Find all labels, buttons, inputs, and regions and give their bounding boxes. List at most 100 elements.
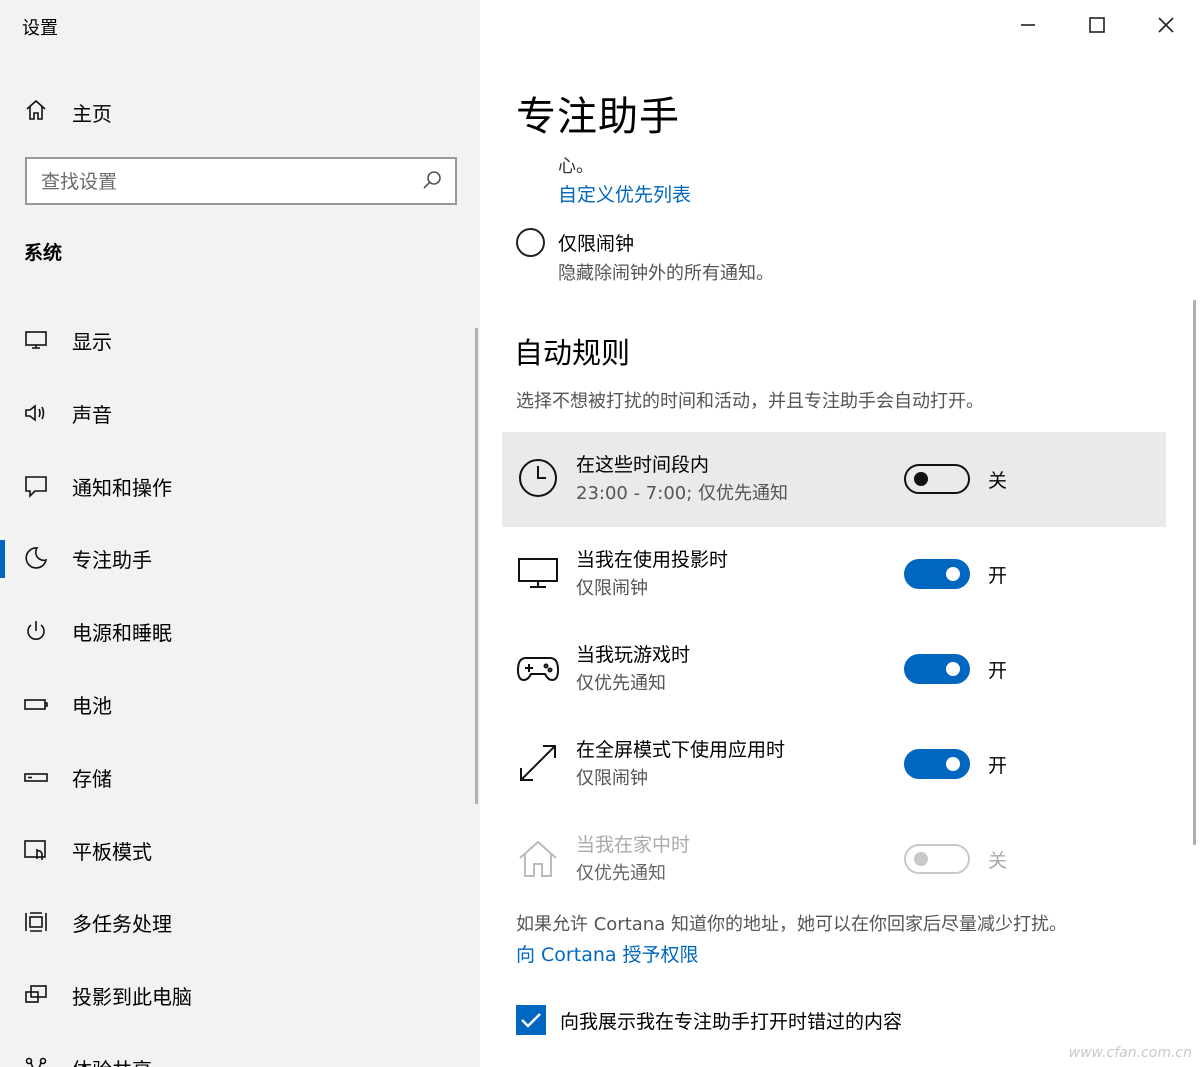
toggle-knob: [946, 662, 960, 676]
rule-toggle[interactable]: [904, 559, 970, 589]
watermark: www.cfan.com.cn: [1068, 1045, 1192, 1061]
search-input[interactable]: [41, 167, 401, 197]
main-scrollbar[interactable]: [1193, 300, 1196, 845]
close-button[interactable]: [1131, 0, 1200, 50]
sidebar-item-label: 体验共享: [72, 1054, 152, 1067]
sidebar-item-home[interactable]: 主页: [0, 88, 480, 132]
fullscreen-icon: [516, 741, 560, 785]
alarms-only-radio[interactable]: [516, 228, 545, 257]
sidebar-item-display[interactable]: 显示: [0, 304, 480, 377]
toggle-knob: [946, 567, 960, 581]
main-panel: 专注助手 心。 自定义优先列表 仅限闹钟 隐藏除闹钟外的所有通知。 自动规则 选…: [480, 0, 1200, 1067]
project-icon: [22, 981, 50, 1009]
rule-title: 在这些时间段内: [576, 454, 710, 476]
cortana-permission-link[interactable]: 向 Cortana 授予权限: [516, 940, 699, 967]
sidebar-item-battery[interactable]: 电池: [0, 668, 480, 741]
rule-title: 当我玩游戏时: [576, 644, 691, 666]
rule-fullscreen[interactable]: 在全屏模式下使用应用时 仅限闹钟 开: [502, 717, 1166, 812]
customize-priority-link[interactable]: 自定义优先列表: [558, 180, 691, 207]
rule-scheduled-time[interactable]: 在这些时间段内 23:00 - 7:00; 仅优先通知 关: [502, 432, 1166, 527]
moon-icon: [22, 544, 50, 572]
sidebar-item-multitasking[interactable]: 多任务处理: [0, 886, 480, 959]
sidebar-item-storage[interactable]: 存储: [0, 741, 480, 814]
maximize-button[interactable]: [1062, 0, 1131, 50]
tablet-mode-icon: [22, 836, 50, 864]
rule-projecting[interactable]: 当我在使用投影时 仅限闹钟 开: [502, 527, 1166, 622]
toggle-state-label: 开: [988, 565, 1008, 587]
sidebar-item-label: 显示: [72, 330, 112, 354]
maximize-icon: [1088, 17, 1105, 33]
page-title: 专注助手: [516, 94, 680, 140]
close-icon: [1157, 17, 1174, 33]
toggle-state-label: 关: [988, 470, 1008, 492]
minimize-icon: [1020, 24, 1035, 26]
sidebar: 设置 主页 系统 显示 声音 通知和操作 专注助手: [0, 0, 480, 1067]
toggle-knob: [914, 472, 928, 486]
alarms-only-label[interactable]: 仅限闹钟: [558, 229, 634, 256]
rule-toggle[interactable]: [904, 464, 970, 494]
home-icon: [22, 96, 50, 124]
multitasking-icon: [22, 908, 50, 936]
rule-subtitle: 23:00 - 7:00; 仅优先通知: [576, 483, 789, 504]
sidebar-item-label: 平板模式: [72, 839, 152, 864]
battery-icon: [22, 690, 50, 718]
section-heading: 系统: [24, 242, 63, 264]
show-missed-checkbox[interactable]: [516, 1005, 546, 1035]
sidebar-item-sound[interactable]: 声音: [0, 377, 480, 450]
toggle-state-label: 关: [988, 850, 1008, 872]
sidebar-item-shared-experiences[interactable]: 体验共享: [0, 1032, 480, 1067]
sidebar-item-label: 主页: [72, 102, 112, 126]
rule-title: 当我在家中时: [576, 834, 691, 856]
sidebar-item-label: 电池: [72, 693, 112, 718]
rule-subtitle: 仅优先通知: [576, 673, 666, 694]
app-title: 设置: [22, 18, 58, 39]
share-icon: [22, 1054, 50, 1067]
rule-toggle: [904, 844, 970, 874]
storage-icon: [22, 763, 50, 791]
partial-description: 心。: [558, 156, 594, 177]
sidebar-scrollbar[interactable]: [475, 328, 478, 804]
monitor-icon: [516, 551, 560, 595]
rule-title: 在全屏模式下使用应用时: [576, 739, 786, 761]
auto-rules-description: 选择不想被打扰的时间和活动，并且专注助手会自动打开。: [516, 391, 984, 412]
sidebar-item-notifications[interactable]: 通知和操作: [0, 450, 480, 523]
window-controls: [993, 0, 1200, 50]
minimize-button[interactable]: [993, 0, 1062, 50]
sidebar-item-focus-assist[interactable]: 专注助手: [0, 522, 480, 595]
toggle-knob: [946, 757, 960, 771]
cortana-description: 如果允许 Cortana 知道你的地址，她可以在你回家后尽量减少打扰。: [516, 914, 1067, 935]
rule-toggle[interactable]: [904, 749, 970, 779]
speaker-icon: [22, 399, 50, 427]
toggle-knob: [914, 852, 928, 866]
sidebar-item-power[interactable]: 电源和睡眠: [0, 595, 480, 668]
notification-icon: [22, 472, 50, 500]
rule-subtitle: 仅优先通知: [576, 863, 666, 884]
toggle-state-label: 开: [988, 660, 1008, 682]
auto-rules-heading: 自动规则: [514, 336, 631, 370]
gamepad-icon: [516, 646, 560, 690]
search-icon[interactable]: [421, 169, 445, 193]
checkmark-icon: [521, 1013, 541, 1028]
power-icon: [22, 617, 50, 645]
clock-icon: [516, 456, 560, 500]
display-icon: [22, 326, 50, 354]
sidebar-item-tablet-mode[interactable]: 平板模式: [0, 814, 480, 887]
search-box[interactable]: [25, 157, 457, 205]
home-icon: [516, 836, 560, 880]
sidebar-item-label: 专注助手: [72, 548, 152, 573]
show-missed-label[interactable]: 向我展示我在专注助手打开时错过的内容: [560, 1007, 902, 1034]
rule-subtitle: 仅限闹钟: [576, 578, 648, 599]
sidebar-item-label: 投影到此电脑: [72, 985, 192, 1010]
sidebar-item-project[interactable]: 投影到此电脑: [0, 959, 480, 1032]
rule-toggle[interactable]: [904, 654, 970, 684]
sidebar-item-label: 通知和操作: [72, 475, 172, 500]
sidebar-item-label: 电源和睡眠: [72, 621, 172, 646]
rule-at-home: 当我在家中时 仅优先通知 关: [502, 812, 1166, 907]
rule-title: 当我在使用投影时: [576, 549, 729, 571]
rule-subtitle: 仅限闹钟: [576, 768, 648, 789]
toggle-state-label: 开: [988, 755, 1008, 777]
alarms-only-description: 隐藏除闹钟外的所有通知。: [558, 263, 774, 284]
sidebar-item-label: 存储: [72, 766, 112, 791]
sidebar-nav: 显示 声音 通知和操作 专注助手 电源和睡眠 电池 存储 平板模式 多任务处理 …: [0, 304, 480, 1067]
rule-gaming[interactable]: 当我玩游戏时 仅优先通知 开: [502, 622, 1166, 717]
